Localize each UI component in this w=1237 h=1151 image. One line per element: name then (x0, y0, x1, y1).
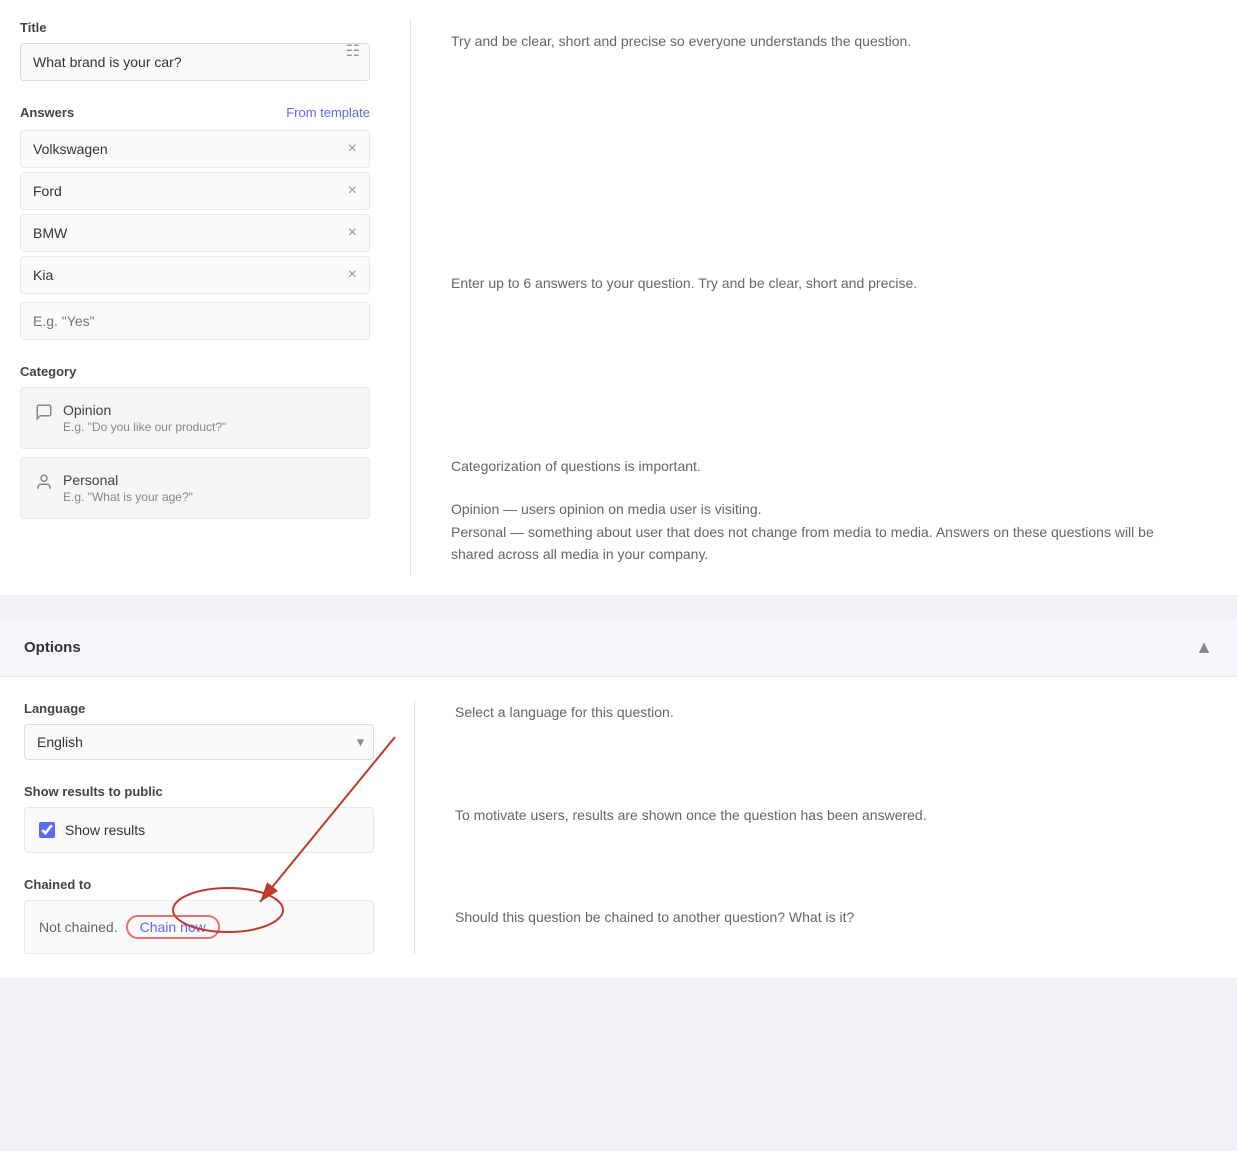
not-chained-text: Not chained. (39, 919, 118, 935)
category-label: Category (20, 364, 370, 379)
checkbox-row: Show results (39, 822, 359, 838)
options-inner: Language English French German Spanish ▾ (24, 701, 1213, 954)
remove-answer-bmw-button[interactable]: × (348, 225, 357, 241)
answers-hint-text: Enter up to 6 answers to your question. … (451, 272, 1197, 294)
section-separator (0, 595, 1237, 619)
calendar-icon: ☷ (346, 41, 360, 61)
chained-to-section: Chained to Not chained. Chain now (24, 877, 374, 954)
vertical-divider (410, 20, 411, 575)
personal-name: Personal (63, 472, 193, 488)
answer-item: BMW × (20, 214, 370, 252)
answer-item: Kia × (20, 256, 370, 294)
personal-info: Personal E.g. "What is your age?" (63, 472, 193, 504)
from-template-link[interactable]: From template (286, 105, 370, 120)
options-content-wrapper: Language English French German Spanish ▾ (0, 677, 1237, 978)
right-panel: Try and be clear, short and precise so e… (431, 20, 1217, 575)
remove-answer-ford-button[interactable]: × (348, 183, 357, 199)
opinion-name: Opinion (63, 402, 226, 418)
language-label: Language (24, 701, 374, 716)
remove-answer-volkswagen-button[interactable]: × (348, 141, 357, 157)
opinion-icon (35, 403, 53, 426)
title-field-wrapper: Title ☷ (20, 20, 370, 81)
remove-answer-kia-button[interactable]: × (348, 267, 357, 283)
page-wrapper: Title ☷ Answers From template Volkswagen… (0, 0, 1237, 1151)
chained-box: Not chained. Chain now (24, 900, 374, 954)
top-section: Title ☷ Answers From template Volkswagen… (0, 0, 1237, 595)
title-input[interactable] (20, 43, 370, 81)
options-header[interactable]: Options ▲ (0, 619, 1237, 677)
chain-now-button[interactable]: Chain now (126, 915, 220, 939)
answer-value: BMW (33, 225, 67, 241)
options-left: Language English French German Spanish ▾ (24, 701, 394, 954)
show-results-label: Show results to public (24, 784, 374, 799)
answer-value: Kia (33, 267, 53, 283)
show-results-box: Show results (24, 807, 374, 853)
chained-to-label: Chained to (24, 877, 374, 892)
top-inner: Title ☷ Answers From template Volkswagen… (0, 20, 1237, 575)
language-field: Language English French German Spanish ▾ (24, 701, 374, 760)
chained-to-hint-text: Should this question be chained to anoth… (455, 906, 1193, 928)
language-hint-text: Select a language for this question. (455, 701, 1193, 723)
options-right: Select a language for this question. To … (435, 701, 1213, 954)
title-hint-text: Try and be clear, short and precise so e… (451, 30, 1197, 52)
category-opinion-card[interactable]: Opinion E.g. "Do you like our product?" (20, 387, 370, 449)
personal-icon (35, 473, 53, 496)
show-results-hint-text: To motivate users, results are shown onc… (455, 804, 1193, 826)
category-personal-card[interactable]: Personal E.g. "What is your age?" (20, 457, 370, 519)
opinion-example: E.g. "Do you like our product?" (63, 420, 226, 434)
language-select-wrapper: English French German Spanish ▾ (24, 724, 374, 760)
new-answer-input[interactable] (20, 302, 370, 340)
options-content: Language English French German Spanish ▾ (0, 677, 1237, 978)
answers-section: Answers From template Volkswagen × Ford … (20, 105, 370, 340)
answer-value: Ford (33, 183, 62, 199)
answer-item: Ford × (20, 172, 370, 210)
options-title: Options (24, 639, 81, 656)
answer-item: Volkswagen × (20, 130, 370, 168)
options-section: Options ▲ Language English (0, 619, 1237, 978)
left-panel: Title ☷ Answers From template Volkswagen… (20, 20, 390, 575)
chevron-up-icon: ▲ (1195, 637, 1213, 658)
category-hint-2: Opinion — users opinion on media user is… (451, 498, 1197, 520)
language-select[interactable]: English French German Spanish (24, 724, 374, 760)
options-vertical-divider (414, 701, 415, 954)
category-section: Category Opinion E.g. "Do you like our p… (20, 364, 370, 519)
title-label: Title (20, 20, 370, 35)
show-results-section: Show results to public Show results (24, 784, 374, 853)
category-hint-3: Personal — something about user that doe… (451, 521, 1197, 566)
personal-example: E.g. "What is your age?" (63, 490, 193, 504)
answers-header: Answers From template (20, 105, 370, 120)
category-hint-1: Categorization of questions is important… (451, 455, 1197, 477)
show-results-checkbox-label: Show results (65, 822, 145, 838)
answers-list: Volkswagen × Ford × BMW × Kia (20, 130, 370, 294)
opinion-info: Opinion E.g. "Do you like our product?" (63, 402, 226, 434)
answers-label: Answers (20, 105, 74, 120)
answer-value: Volkswagen (33, 141, 108, 157)
show-results-checkbox[interactable] (39, 822, 55, 838)
